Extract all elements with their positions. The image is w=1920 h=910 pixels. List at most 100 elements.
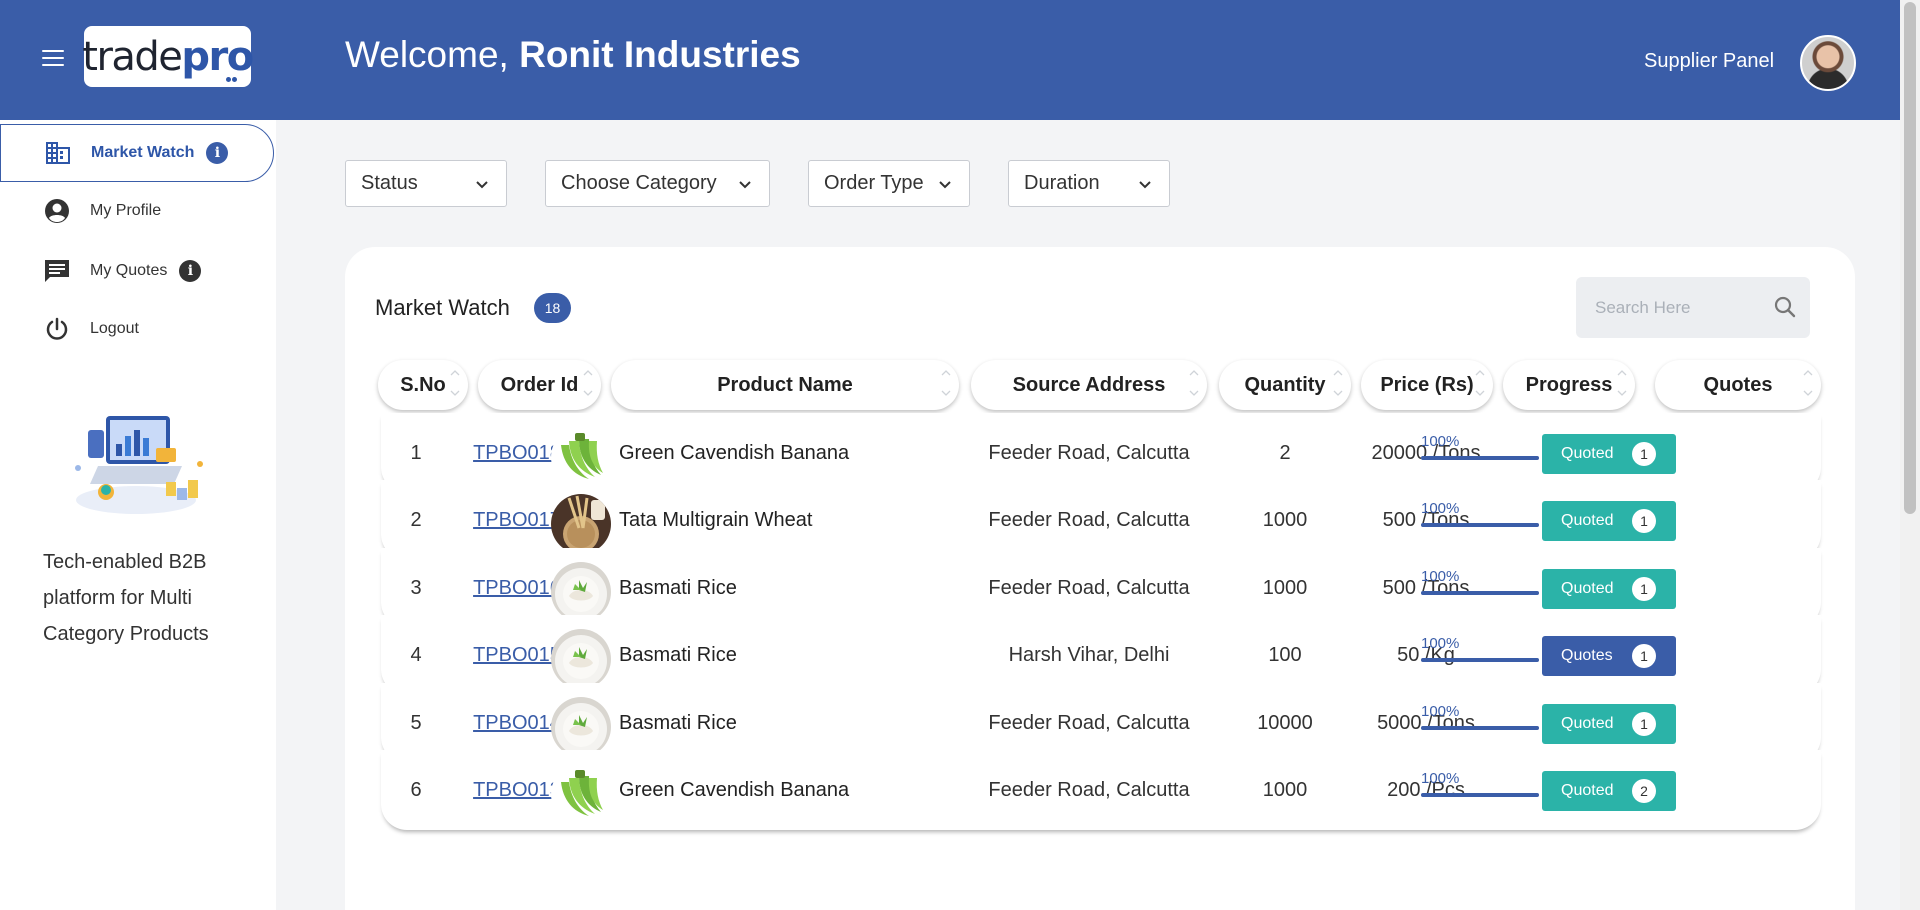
duration-filter-dropdown[interactable]: Duration [1008, 160, 1170, 207]
col-source-address-header[interactable]: Source Address [971, 360, 1207, 410]
progress-bar-fill [1421, 658, 1539, 662]
column-header-label: Product Name [717, 373, 853, 396]
progress-bar-fill [1421, 523, 1539, 527]
quotes-button-label: Quoted [1561, 512, 1614, 529]
category-filter-dropdown[interactable]: Choose Category [545, 160, 770, 207]
quotes-button-label: Quoted [1561, 715, 1614, 732]
page-scrollbar[interactable] [1900, 0, 1920, 910]
user-avatar[interactable] [1800, 35, 1856, 91]
category-filter-label: Choose Category [561, 172, 717, 194]
chevron-down-icon [739, 181, 751, 189]
col-progress-header[interactable]: Progress [1503, 360, 1635, 410]
sort-arrows-icon[interactable] [583, 368, 593, 398]
duration-filter-label: Duration [1024, 172, 1100, 194]
column-header-label: Source Address [1012, 373, 1166, 396]
quotes-button[interactable]: Quoted 1 [1542, 569, 1676, 609]
sort-arrows-icon[interactable] [1803, 368, 1813, 398]
progress-track [1421, 456, 1539, 460]
scrollbar-thumb[interactable] [1904, 2, 1916, 514]
progress-label: 100% [1421, 500, 1460, 517]
progress-bar-fill [1421, 456, 1539, 460]
row-source-address: Feeder Road, Calcutta [988, 778, 1190, 801]
progress-track [1421, 726, 1539, 730]
sidebar-item-logout[interactable]: Logout [0, 300, 274, 358]
product-image [551, 494, 611, 554]
search-box [1576, 277, 1810, 338]
sort-arrows-icon[interactable] [1475, 368, 1485, 398]
progress-indicator: 100% [1421, 568, 1539, 595]
order-id-link[interactable]: TPBO016 [473, 577, 561, 600]
sort-arrows-icon[interactable] [450, 368, 460, 398]
progress-label: 100% [1421, 433, 1460, 450]
building-icon [45, 140, 71, 166]
quotes-button[interactable]: Quotes 1 [1542, 636, 1676, 676]
order-type-filter-dropdown[interactable]: Order Type [808, 160, 970, 207]
progress-track [1421, 591, 1539, 595]
sidebar-item-market-watch[interactable]: Market Watch i [0, 124, 274, 182]
col-quantity-header[interactable]: Quantity [1219, 360, 1351, 410]
progress-indicator: 100% [1421, 770, 1539, 797]
col-product-name-header[interactable]: Product Name [611, 360, 959, 410]
chevron-down-icon [1139, 181, 1151, 189]
sort-arrows-icon[interactable] [941, 368, 951, 398]
col-order-id-header[interactable]: Order Id [478, 360, 601, 410]
quotes-button[interactable]: Quoted 1 [1542, 501, 1676, 541]
progress-track [1421, 793, 1539, 797]
order-id-link[interactable]: TPBO017 [473, 509, 561, 532]
sidebar-item-my-quotes[interactable]: My Quotes i [0, 242, 274, 300]
product-image [551, 764, 611, 824]
chevron-down-icon [939, 181, 951, 189]
search-icon[interactable] [1774, 296, 1796, 318]
sidebar-item-label: My Profile [90, 202, 162, 219]
order-id-link[interactable]: TPBO013 [473, 779, 561, 802]
quotes-button-label: Quoted [1561, 580, 1614, 597]
account-circle-icon [44, 198, 70, 224]
panel-label: Supplier Panel [1644, 50, 1775, 72]
top-header: tradepro Welcome, Ronit Industries Suppl… [0, 0, 1900, 120]
power-icon [44, 316, 70, 342]
quotes-button[interactable]: Quoted 1 [1542, 434, 1676, 474]
col-sno-header[interactable]: S.No [378, 360, 468, 410]
order-id-link[interactable]: TPBO014 [473, 712, 561, 735]
info-icon[interactable]: i [179, 260, 202, 282]
quotes-button[interactable]: Quoted 2 [1542, 771, 1676, 811]
search-input[interactable] [1595, 297, 1765, 318]
col-price-header[interactable]: Price (Rs) [1361, 360, 1493, 410]
quotes-button-label: Quoted [1561, 782, 1614, 799]
chat-icon [44, 258, 70, 284]
quotes-button[interactable]: Quoted 1 [1542, 704, 1676, 744]
company-name: Ronit Industries [519, 34, 801, 75]
quote-count-badge: 2 [1632, 779, 1656, 803]
market-watch-count-badge: 18 [534, 293, 571, 323]
progress-label: 100% [1421, 635, 1460, 652]
sidebar-item-label: Market Watch [91, 144, 195, 161]
product-image [551, 427, 611, 487]
hamburger-menu-icon[interactable] [42, 50, 64, 66]
sort-arrows-icon[interactable] [1617, 368, 1627, 398]
quote-count-badge: 1 [1632, 509, 1656, 533]
row-product-name: Green Cavendish Banana [619, 778, 850, 801]
sort-arrows-icon[interactable] [1333, 368, 1343, 398]
col-quotes-header[interactable]: Quotes [1655, 360, 1821, 410]
logo-trade-text: trade [82, 33, 183, 80]
status-filter-dropdown[interactable]: Status [345, 160, 507, 207]
sort-arrows-icon[interactable] [1189, 368, 1199, 398]
order-id-link[interactable]: TPBO015 [473, 644, 561, 667]
order-type-filter-label: Order Type [824, 172, 924, 194]
table-row[interactable]: 6 TPBO013 Green Cavendish Banana Feeder Roa… [381, 750, 1821, 830]
progress-indicator: 100% [1421, 500, 1539, 527]
sidebar-item-my-profile[interactable]: My Profile [0, 182, 274, 240]
progress-track [1421, 658, 1539, 662]
welcome-heading: Welcome, Ronit Industries [345, 34, 801, 76]
chevron-down-icon [476, 181, 488, 189]
row-sno: 6 [410, 778, 422, 801]
sidebar-item-label: Logout [90, 320, 139, 337]
info-icon[interactable]: i [206, 142, 229, 164]
product-image [551, 697, 611, 757]
order-id-link[interactable]: TPBO018 [473, 442, 561, 465]
progress-indicator: 100% [1421, 703, 1539, 730]
tradepro-logo[interactable]: tradepro [82, 26, 254, 87]
column-header-label: Price (Rs) [1380, 373, 1474, 396]
column-header-label: S.No [400, 373, 446, 396]
market-watch-title: Market Watch [375, 295, 510, 320]
